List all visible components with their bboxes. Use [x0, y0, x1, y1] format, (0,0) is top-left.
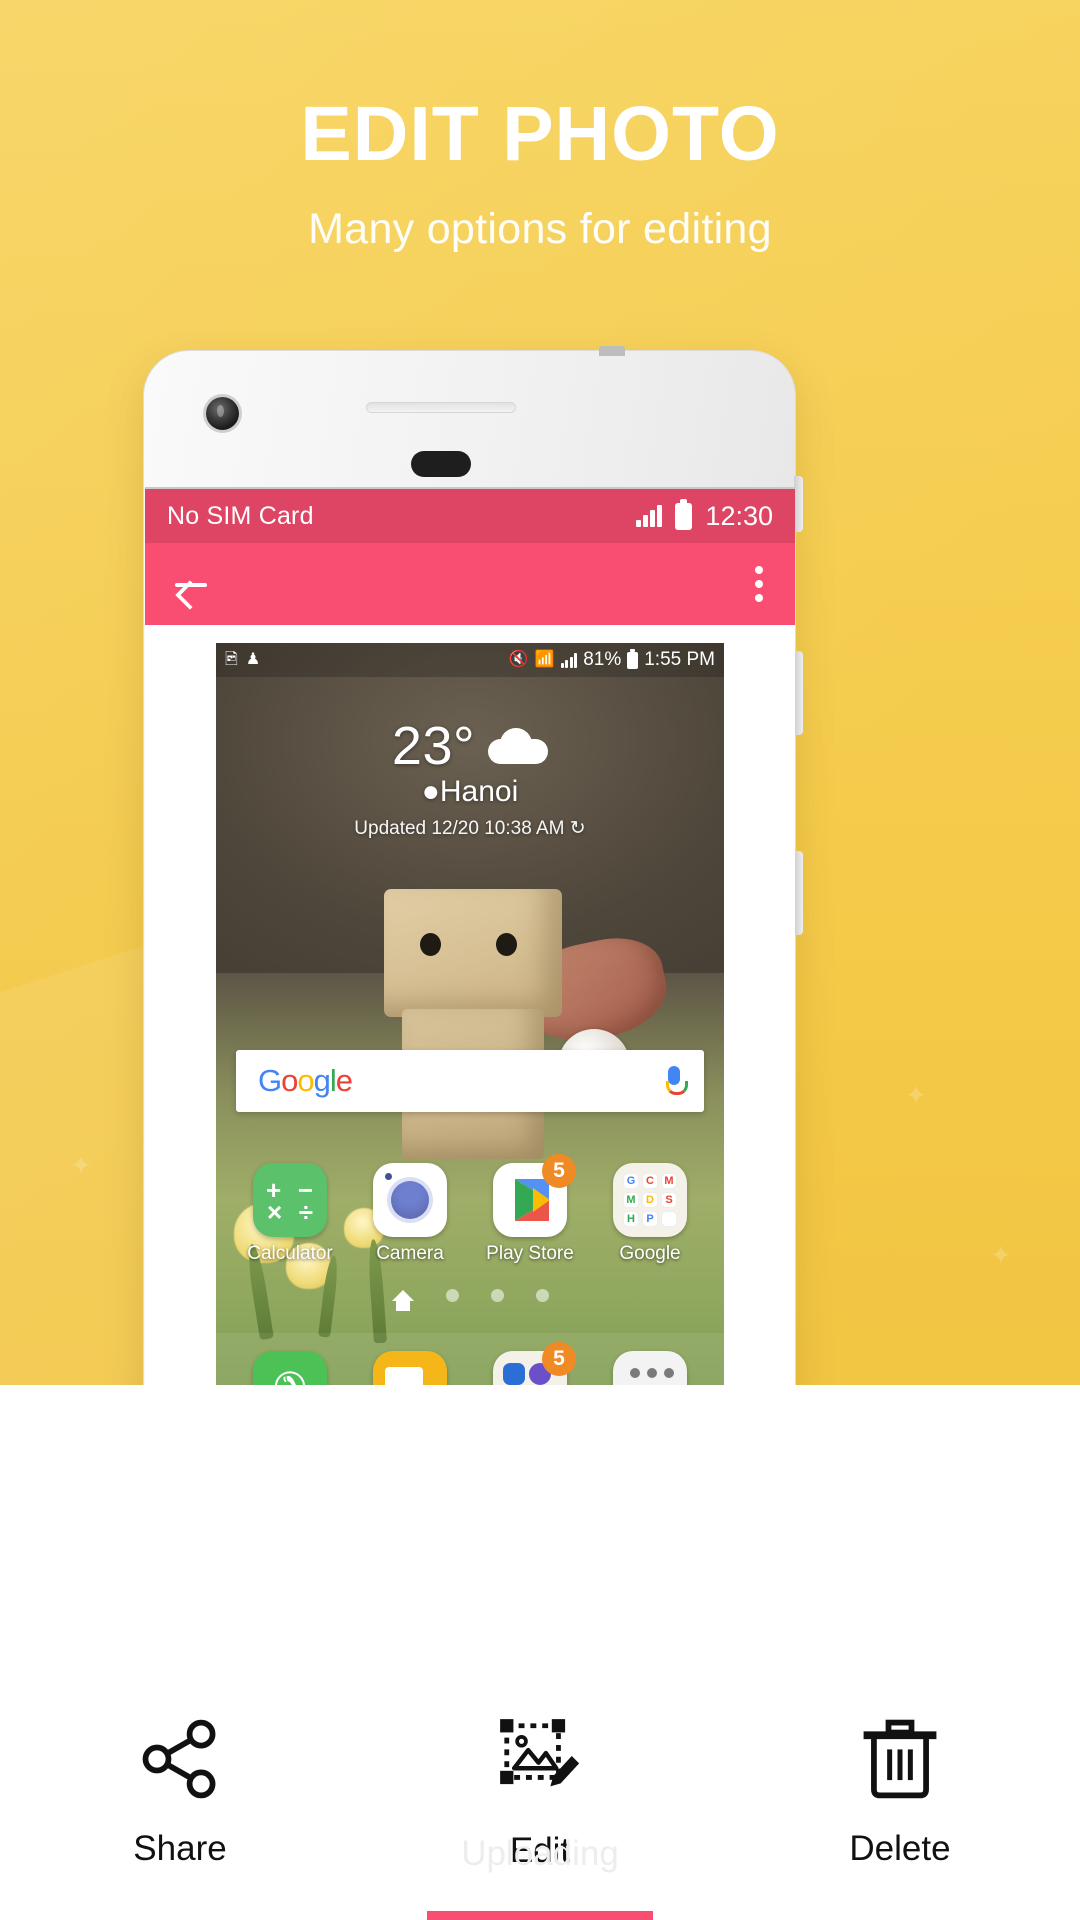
phone-mockup: No SIM Card 12:30 🖻 ♟ 🔇 📶 81% 1:55 PM 23…	[143, 346, 803, 1445]
app-google-folder[interactable]: GCM MDS HP Google	[602, 1163, 698, 1265]
kebab-menu-icon[interactable]	[749, 560, 769, 608]
calculator-icon: + − × ÷	[253, 1163, 327, 1237]
google-logo: Google	[258, 1063, 353, 1098]
battery-icon	[627, 648, 639, 669]
page-indicator	[216, 1289, 724, 1311]
person-icon: ♟	[245, 651, 261, 668]
edit-image-icon	[500, 1719, 580, 1787]
signal-bars-icon	[636, 505, 663, 527]
inner-status-bar: 🖻 ♟ 🔇 📶 81% 1:55 PM	[216, 643, 724, 677]
power-button[interactable]	[794, 476, 803, 532]
location-pin-icon: ●	[421, 775, 440, 808]
camera-icon	[373, 1163, 447, 1237]
page-dot[interactable]	[445, 1289, 459, 1302]
wifi-icon: 📶	[534, 651, 555, 668]
cloud-icon	[488, 728, 549, 764]
status-bar: No SIM Card 12:30	[145, 489, 795, 543]
sparkle-decoration: ✦	[905, 1080, 927, 1110]
app-bar	[145, 543, 795, 625]
image-icon: 🖻	[225, 651, 238, 668]
app-calculator[interactable]: + − × ÷ Calculator	[242, 1163, 338, 1265]
app-label: Calculator	[247, 1243, 333, 1264]
inner-status-time: 1:55 PM	[644, 649, 715, 670]
back-arrow-icon[interactable]	[171, 564, 211, 604]
weather-updated: Updated 12/20 10:38 AM	[354, 818, 565, 839]
notification-badge: 5	[542, 1342, 576, 1376]
volume-down-button[interactable]	[794, 851, 803, 935]
app-label: Google	[619, 1243, 681, 1264]
weather-temperature: 23°	[391, 716, 476, 776]
microphone-icon[interactable]	[666, 1066, 688, 1096]
sparkle-decoration: ✦	[990, 1240, 1012, 1270]
battery-icon	[675, 498, 693, 530]
toolbar-label: Share	[133, 1829, 227, 1868]
refresh-icon[interactable]: ↻	[570, 818, 586, 839]
sparkle-decoration: ✦	[70, 1150, 92, 1180]
toolbar-item-share[interactable]: Share	[0, 1662, 360, 1920]
google-folder-icon: GCM MDS HP	[613, 1163, 687, 1237]
page-dot[interactable]	[535, 1289, 549, 1302]
phone-antenna-nub	[599, 346, 625, 356]
toolbar-item-edit[interactable]: Edit Uploading	[360, 1662, 720, 1920]
notification-badge: 5	[542, 1154, 576, 1188]
home-icon[interactable]	[391, 1290, 414, 1311]
front-camera-icon	[206, 397, 239, 430]
photo-thumbnail[interactable]: 🖻 ♟ 🔇 📶 81% 1:55 PM 23° ●Hanoi Updated 1…	[216, 643, 724, 1445]
weather-city: Hanoi	[439, 775, 519, 808]
page-dot[interactable]	[490, 1289, 504, 1302]
signal-bars-icon	[560, 652, 578, 668]
earpiece-speaker	[366, 402, 516, 413]
status-time: 12:30	[705, 500, 773, 531]
mute-vibrate-icon: 🔇	[508, 651, 529, 668]
play-store-icon: 5	[493, 1154, 576, 1237]
toolbar-item-delete[interactable]: Delete	[720, 1662, 1080, 1920]
active-tab-underline	[427, 1911, 653, 1920]
trash-icon	[863, 1719, 937, 1799]
app-camera[interactable]: Camera	[362, 1163, 458, 1265]
page-subtitle: Many options for editing	[308, 205, 772, 253]
danbo-eye	[496, 933, 517, 956]
volume-up-button[interactable]	[794, 651, 803, 735]
google-search-bar[interactable]: Google	[236, 1050, 704, 1112]
app-label: Camera	[376, 1243, 444, 1264]
danbo-head	[384, 889, 562, 1017]
bottom-toolbar: Share Edit Uploading Delete	[0, 1385, 1080, 1920]
proximity-sensor	[411, 451, 471, 477]
danbo-eye	[420, 933, 441, 956]
carrier-label: No SIM Card	[167, 501, 314, 530]
page-title: EDIT PHOTO	[300, 91, 780, 177]
toolbar-label: Delete	[849, 1829, 951, 1868]
home-apps-row: + − × ÷ Calculator Camera 5 Play Store G…	[216, 1154, 724, 1265]
toolbar-label: Edit	[509, 1831, 571, 1870]
share-icon	[142, 1719, 216, 1799]
phone-screen: No SIM Card 12:30 🖻 ♟ 🔇 📶 81% 1:55 PM 23…	[145, 487, 795, 1445]
app-play-store[interactable]: 5 Play Store	[482, 1154, 578, 1265]
photo-preview-area: 🖻 ♟ 🔇 📶 81% 1:55 PM 23° ●Hanoi Updated 1…	[145, 625, 795, 1445]
battery-percent-label: 81%	[583, 649, 622, 670]
weather-widget[interactable]: 23° ●Hanoi Updated 12/20 10:38 AM ↻	[216, 715, 724, 840]
app-label: Play Store	[486, 1243, 574, 1264]
